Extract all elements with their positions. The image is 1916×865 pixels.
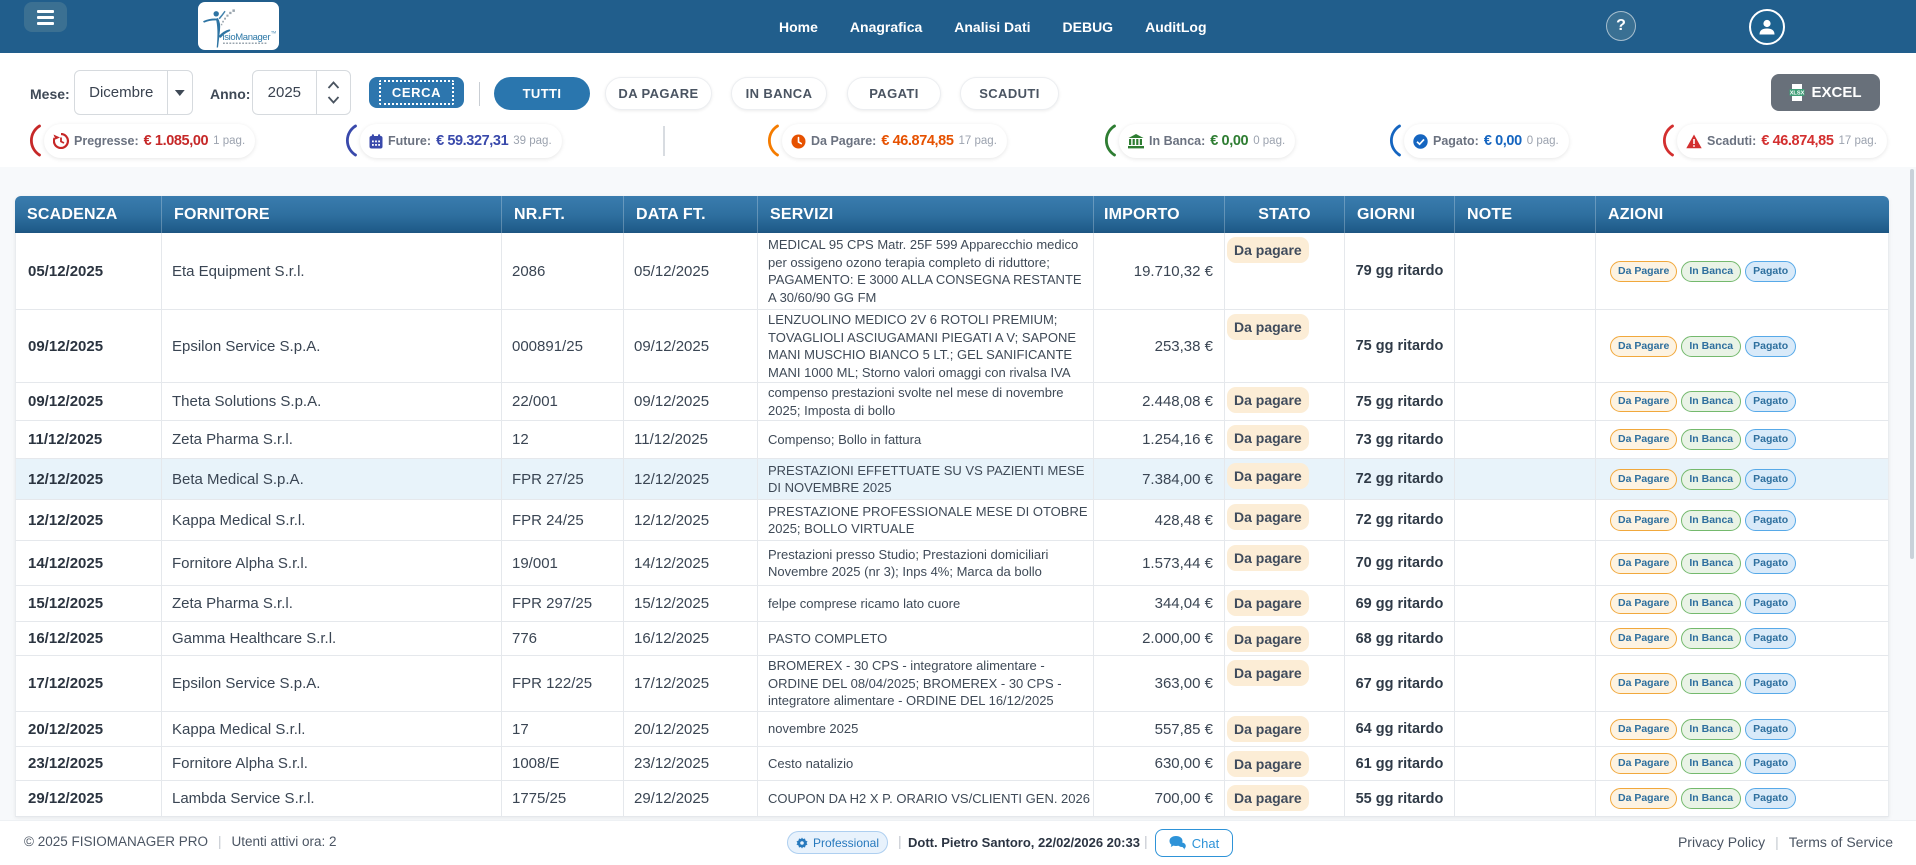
svg-text:isioManager: isioManager xyxy=(223,32,271,43)
svg-text:XLSX: XLSX xyxy=(1790,91,1805,97)
svg-text:TM: TM xyxy=(271,31,276,35)
